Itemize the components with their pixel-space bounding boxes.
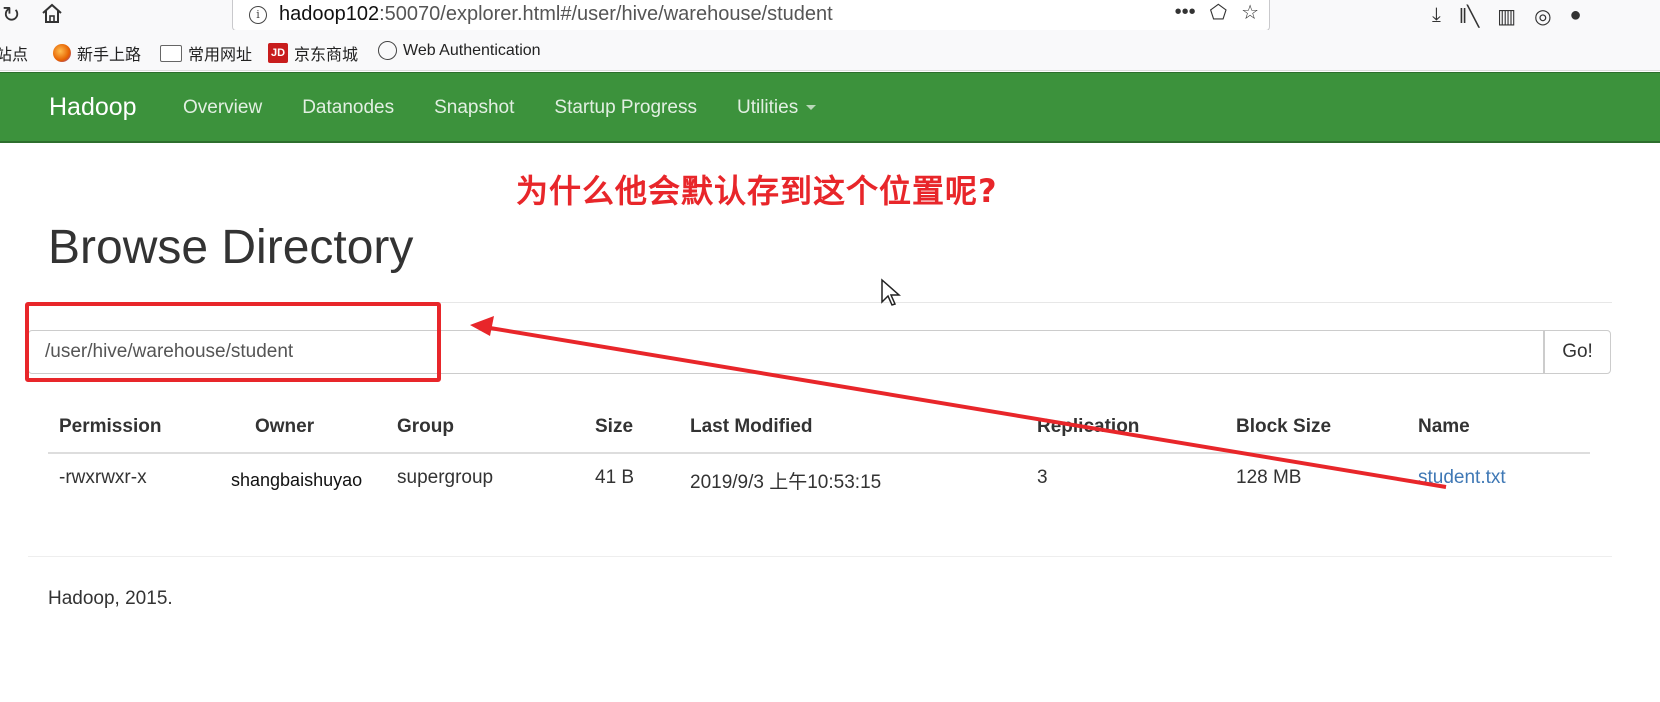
browser-toolbar: ↻ i hadoop102:50070/explorer.html#/user/… <box>0 0 1660 31</box>
sidebar-icon[interactable]: ▥ <box>1497 4 1516 29</box>
reload-icon[interactable]: ↻ <box>2 2 20 28</box>
nav-startup-progress[interactable]: Startup Progress <box>554 97 697 119</box>
cell-replication: 3 <box>1037 467 1048 488</box>
bookmark-star-icon[interactable]: ☆ <box>1241 0 1259 25</box>
cell-last-modified: 2019/9/3 上午10:53:15 <box>690 472 882 493</box>
col-owner[interactable]: Owner <box>255 416 314 438</box>
cell-block-size: 128 MB <box>1236 467 1302 488</box>
pocket-icon[interactable]: ⬠ <box>1210 0 1227 25</box>
col-replication[interactable]: Replication <box>1037 416 1139 438</box>
bookmark-label: Web Authentication <box>403 41 541 59</box>
col-size[interactable]: Size <box>595 416 633 438</box>
go-button[interactable]: Go! <box>1544 330 1611 374</box>
folder-icon <box>160 44 182 62</box>
bookmark-label: 站点 <box>0 47 29 64</box>
col-name[interactable]: Name <box>1418 416 1470 438</box>
cell-size: 41 B <box>595 467 635 488</box>
more-actions-icon[interactable]: ••• <box>1175 1 1196 24</box>
bookmark-label: 新手上路 <box>77 47 142 64</box>
browser-tools: ⤓ ‖╲ ▥ ◎ ● <box>1432 4 1582 29</box>
footer-divider <box>28 556 1612 557</box>
caret-down-icon <box>806 105 817 111</box>
bookmark-label: 常用网址 <box>188 47 253 64</box>
url-host: hadoop102 <box>279 3 380 25</box>
file-link-student[interactable]: student.txt <box>1418 467 1506 489</box>
firefox-icon <box>53 44 71 62</box>
download-icon[interactable]: ⤓ <box>1432 4 1441 29</box>
hadoop-navbar: Hadoop Overview Datanodes Snapshot Start… <box>0 72 1660 143</box>
url-text[interactable]: hadoop102:50070/explorer.html#/user/hive… <box>279 3 833 26</box>
bookmark-web-auth[interactable]: Web Authentication <box>378 41 541 60</box>
jd-icon: JD <box>268 43 288 63</box>
nav-datanodes[interactable]: Datanodes <box>302 97 394 119</box>
nav-menu: Overview Datanodes Snapshot Startup Prog… <box>183 97 856 119</box>
col-group[interactable]: Group <box>397 416 454 438</box>
footer-text: Hadoop, 2015. <box>48 588 173 609</box>
brand-link[interactable]: Hadoop <box>49 93 137 122</box>
cell-group: supergroup <box>397 467 494 488</box>
highlight-box <box>25 302 441 382</box>
annotation-text: 为什么他会默认存到这个位置呢? <box>516 172 998 210</box>
library-icon[interactable]: ‖╲ <box>1459 4 1479 29</box>
header-divider <box>48 452 1590 454</box>
bookmark-common-sites[interactable]: 常用网址 <box>160 41 252 65</box>
nav-utilities-label: Utilities <box>736 97 799 118</box>
nav-snapshot[interactable]: Snapshot <box>434 97 514 119</box>
bookmark-sites[interactable]: 站点 <box>0 41 28 65</box>
nav-utilities[interactable]: Utilities <box>736 97 817 119</box>
bookmark-label: 京东商城 <box>294 47 359 64</box>
mouse-cursor-icon <box>881 278 901 306</box>
url-path: :50070/explorer.html#/user/hive/warehous… <box>379 3 833 25</box>
bookmarks-bar: 站点 新手上路 常用网址 JD 京东商城 Web Authentication <box>0 30 1660 71</box>
bookmark-jd[interactable]: JD 京东商城 <box>268 41 358 65</box>
account-icon[interactable]: ◎ <box>1534 4 1551 29</box>
address-bar[interactable]: i hadoop102:50070/explorer.html#/user/hi… <box>232 0 1270 31</box>
site-info-icon[interactable]: i <box>249 6 267 24</box>
home-icon[interactable] <box>40 2 64 24</box>
globe-icon <box>378 41 397 60</box>
bookmark-getting-started[interactable]: 新手上路 <box>53 41 141 65</box>
col-last-modified[interactable]: Last Modified <box>690 416 812 438</box>
nav-overview[interactable]: Overview <box>183 97 262 119</box>
col-permission[interactable]: Permission <box>59 416 161 438</box>
col-block-size[interactable]: Block Size <box>1236 416 1331 438</box>
page-title: Browse Directory <box>48 221 414 274</box>
cell-owner: shangbaishuyao <box>231 470 363 490</box>
cell-permission: -rwxrwxr-x <box>59 467 147 488</box>
url-actions: ••• ⬠ ☆ <box>1175 0 1259 25</box>
chat-icon[interactable]: ● <box>1570 4 1582 29</box>
